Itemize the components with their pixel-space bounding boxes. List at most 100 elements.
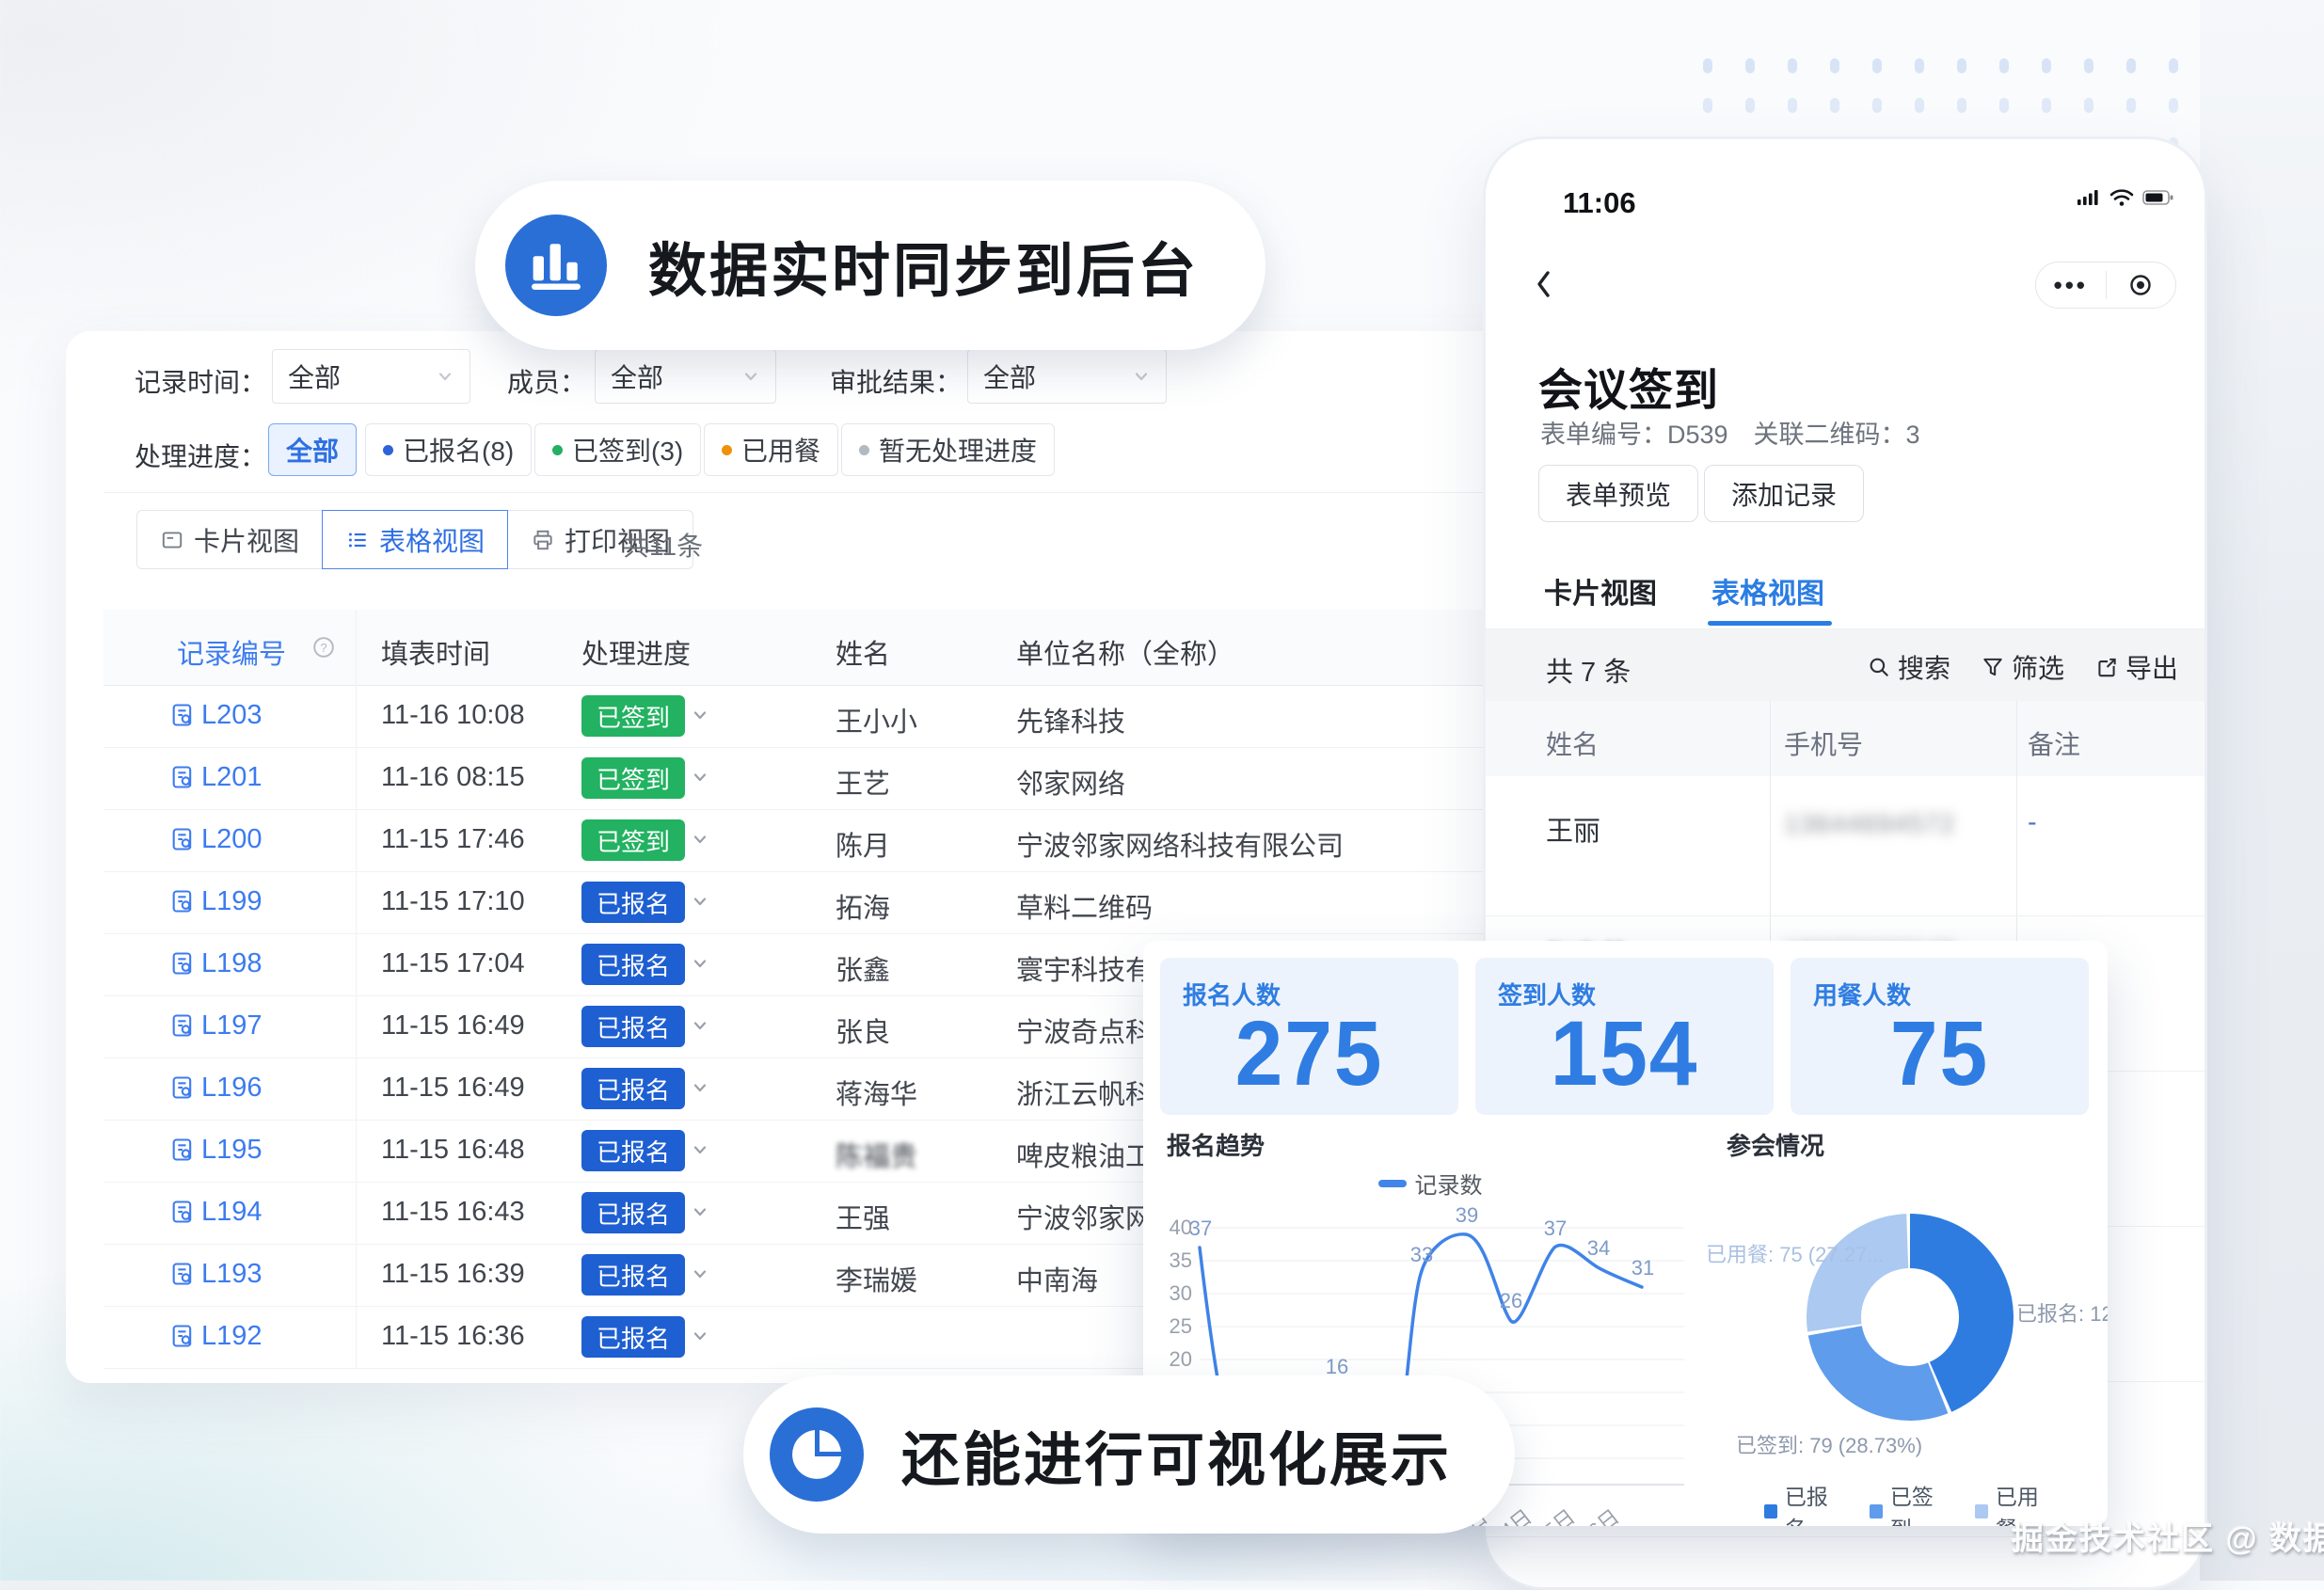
table-row[interactable]: L201 11-16 08:15 已签到 王艺 邻家网络: [103, 747, 1520, 810]
donut-callout-dined: 已用餐: 75 (27.27...: [1706, 1238, 1885, 1268]
table-row[interactable]: L199 11-15 17:10 已报名 拓海 草料二维码: [103, 871, 1520, 934]
background-band: [2200, 0, 2324, 1581]
view-switcher: 卡片视图 表格视图 打印视图: [137, 510, 693, 569]
status-dot: [859, 445, 869, 455]
add-record-button[interactable]: 添加记录: [1704, 465, 1864, 522]
divider: [103, 492, 1485, 493]
status-dot: [722, 445, 732, 455]
filter-select-approval[interactable]: 全部: [967, 349, 1167, 404]
chevron-down-icon[interactable]: [691, 1202, 709, 1221]
back-chevron-icon[interactable]: [1533, 267, 1555, 301]
tab-card-view[interactable]: 卡片视图: [1544, 570, 1657, 612]
record-id-link[interactable]: L197: [201, 1010, 263, 1041]
chevron-down-icon[interactable]: [691, 1140, 709, 1159]
table-row[interactable]: L203 11-16 10:08 已签到 王小小 先锋科技: [103, 685, 1520, 748]
view-table-button[interactable]: 表格视图: [322, 510, 508, 569]
more-dots-icon[interactable]: •••: [2036, 271, 2106, 300]
col-header-record-id[interactable]: 记录编号: [177, 632, 286, 672]
status-dot: [552, 445, 563, 455]
status-badge[interactable]: 已报名: [581, 1130, 685, 1171]
record-name: 蒋海华: [836, 1073, 917, 1112]
record-id-link[interactable]: L200: [201, 824, 263, 855]
filter-button[interactable]: 筛选: [1981, 648, 2064, 686]
record-id-link[interactable]: L201: [201, 762, 263, 793]
miniprogram-capsule[interactable]: •••: [2035, 262, 2176, 309]
status-badge[interactable]: 已报名: [581, 1006, 685, 1047]
attend-chart-title: 参会情况: [1727, 1127, 1824, 1162]
column-divider: [2016, 701, 2017, 941]
page-title: 会议签到: [1538, 354, 1719, 419]
point-label: 39: [1451, 1203, 1483, 1228]
view-label: 卡片视图: [194, 521, 299, 559]
status-badge[interactable]: 已报名: [581, 1068, 685, 1109]
status-badge[interactable]: 已签到: [581, 819, 685, 861]
record-doc-icon: [169, 1199, 196, 1225]
view-card-button[interactable]: 卡片视图: [136, 510, 323, 569]
record-id-link[interactable]: L193: [201, 1259, 263, 1290]
banner-bottom: 还能进行可视化展示: [743, 1375, 1515, 1534]
record-id-link[interactable]: L199: [201, 886, 263, 917]
column-divider: [1770, 701, 1771, 941]
chevron-down-icon[interactable]: [691, 830, 709, 849]
chevron-down-icon[interactable]: [691, 1078, 709, 1097]
chevron-down-icon[interactable]: [691, 892, 709, 911]
progress-option-dined[interactable]: 已用餐: [704, 423, 838, 476]
help-circle-icon[interactable]: [312, 636, 335, 659]
point-label: 37: [1539, 1216, 1571, 1241]
phone-tools: 搜索 筛选 导出: [1867, 648, 2178, 686]
filter-select-record-time[interactable]: 全部: [272, 349, 470, 404]
record-id-link[interactable]: L203: [201, 700, 263, 731]
record-id-link[interactable]: L196: [201, 1073, 263, 1104]
record-name: 陈月: [836, 824, 890, 864]
phone-record-count: 共 7 条: [1546, 650, 1631, 690]
status-badge[interactable]: 已报名: [581, 1192, 685, 1233]
y-tick: 30: [1160, 1281, 1192, 1306]
export-button[interactable]: 导出: [2094, 648, 2178, 686]
progress-option-all[interactable]: 全部: [268, 423, 357, 476]
chevron-down-icon[interactable]: [691, 1264, 709, 1283]
banner-text: 数据实时同步到后台: [648, 223, 1199, 308]
filter-value: 全部: [983, 358, 1036, 395]
status-badge[interactable]: 已签到: [581, 757, 685, 799]
record-name: 李瑞媛: [836, 1259, 917, 1298]
record-name: 拓海: [836, 886, 890, 926]
filter-select-member[interactable]: 全部: [595, 349, 776, 404]
tool-label: 导出: [2125, 648, 2178, 686]
progress-option-registered[interactable]: 已报名(8): [365, 423, 532, 476]
battery-icon: [2142, 189, 2174, 206]
chevron-down-icon[interactable]: [691, 768, 709, 787]
record-doc-icon: [169, 888, 196, 914]
record-name: 王强: [836, 1197, 890, 1236]
point-label: 37: [1185, 1216, 1217, 1241]
status-badge[interactable]: 已报名: [581, 1254, 685, 1296]
record-doc-icon: [169, 950, 196, 977]
tab-table-view[interactable]: 表格视图: [1711, 570, 1824, 612]
legend-swatch: [1975, 1504, 1988, 1518]
record-doc-icon: [169, 702, 196, 728]
record-circle-icon[interactable]: [2107, 272, 2176, 298]
chevron-down-icon[interactable]: [691, 954, 709, 973]
record-company: 先锋科技: [1016, 700, 1125, 739]
record-doc-icon: [169, 1323, 196, 1349]
record-id-link[interactable]: L198: [201, 948, 263, 979]
status-badge[interactable]: 已报名: [581, 1316, 685, 1358]
record-id-link[interactable]: L192: [201, 1321, 263, 1352]
record-id-link[interactable]: L194: [201, 1197, 263, 1228]
search-button[interactable]: 搜索: [1867, 648, 1950, 686]
chevron-down-icon[interactable]: [691, 1327, 709, 1345]
status-badge[interactable]: 已签到: [581, 695, 685, 737]
table-row[interactable]: L200 11-15 17:46 已签到 陈月 宁波邻家网络科技有限公司: [103, 809, 1520, 872]
col-header-phone: 手机号: [1784, 724, 1863, 762]
status-badge[interactable]: 已报名: [581, 944, 685, 985]
chevron-down-icon[interactable]: [691, 706, 709, 724]
record-id-link[interactable]: L195: [201, 1135, 263, 1166]
legend-label: 已报名: [1785, 1479, 1845, 1526]
filter-label-member: 成员：: [507, 362, 586, 400]
record-time: 11-15 16:39: [381, 1259, 525, 1290]
status-badge[interactable]: 已报名: [581, 882, 685, 923]
progress-option-none[interactable]: 暂无处理进度: [841, 423, 1055, 476]
form-preview-button[interactable]: 表单预览: [1538, 465, 1698, 522]
chevron-down-icon[interactable]: [691, 1016, 709, 1035]
form-meta: 表单编号：D539 关联二维码：3: [1540, 414, 1920, 451]
progress-option-checkedin[interactable]: 已签到(3): [534, 423, 701, 476]
